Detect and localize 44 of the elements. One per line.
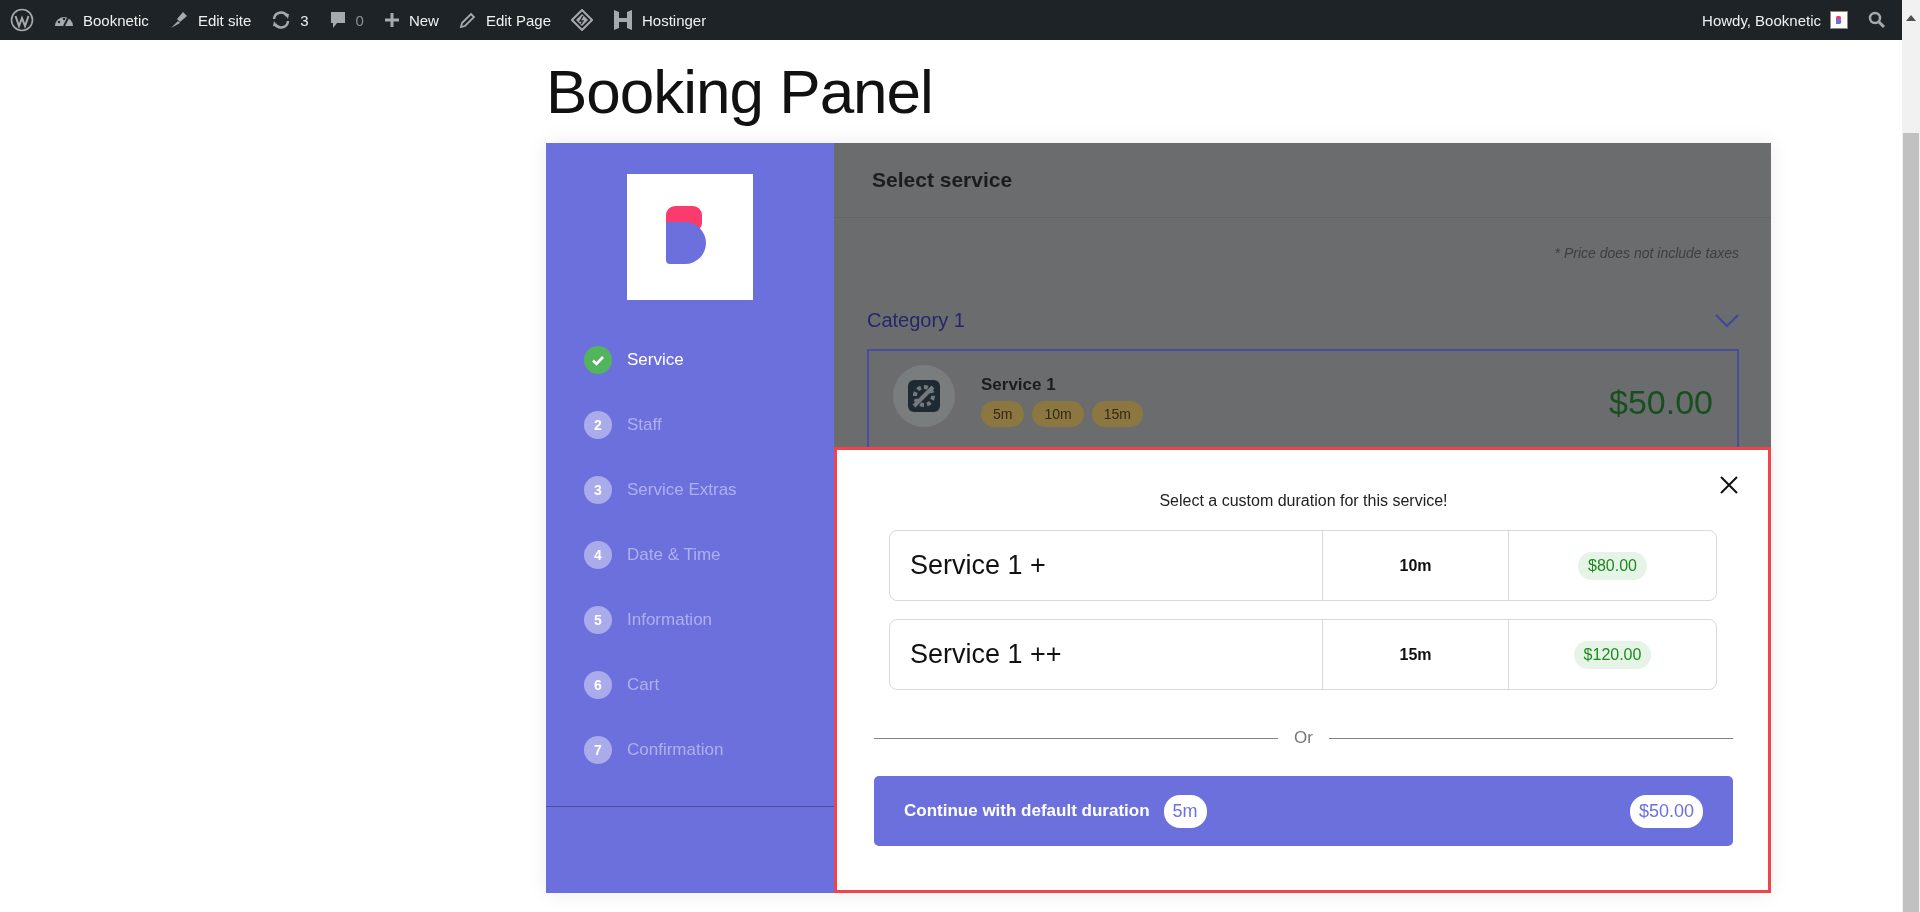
close-icon[interactable] — [1720, 476, 1738, 494]
refresh-icon — [271, 10, 292, 30]
wrench-gear-icon — [893, 365, 955, 427]
account-menu[interactable]: Howdy, Booknetic — [1702, 11, 1848, 29]
step-number: 6 — [584, 671, 612, 699]
wordpress-logo-icon[interactable] — [10, 8, 34, 32]
avatar-icon — [1830, 11, 1848, 29]
speech-bubble-icon — [328, 10, 347, 30]
h-logo-icon — [613, 9, 633, 31]
step-number: 3 — [584, 476, 612, 504]
duration-tag: 5m — [981, 401, 1025, 427]
scroll-thumb[interactable] — [1903, 133, 1919, 912]
step-number: 7 — [584, 736, 612, 764]
duration-option[interactable]: Service 1 + 10m $80.00 — [889, 530, 1717, 601]
toolbar-link[interactable]: Edit site — [168, 10, 252, 30]
step-item[interactable]: Service — [584, 346, 834, 374]
scrollbar[interactable] — [1902, 0, 1920, 912]
dialog-prompt: Select a custom duration for this service! — [1158, 492, 1449, 510]
page-title: Booking Panel — [546, 56, 934, 128]
service-name: Service 1 — [981, 375, 1057, 395]
diamond-icon[interactable] — [571, 9, 593, 31]
toolbar-link[interactable]: New — [383, 11, 439, 29]
toolbar-link[interactable]: Booknetic — [54, 11, 149, 29]
toolbar-link[interactable]: Hostinger — [613, 9, 707, 31]
duration-option[interactable]: Service 1 ++ 15m $120.00 — [889, 619, 1717, 690]
service-price: $50.00 — [1609, 382, 1713, 422]
toolbar-link[interactable]: 3 — [271, 10, 309, 30]
duration-tag: 15m — [1091, 401, 1143, 427]
continue-button[interactable]: Continue with default duration 5m $50.00 — [874, 776, 1733, 846]
step-number: 5 — [584, 606, 612, 634]
divider-label: Or — [1294, 728, 1313, 748]
scroll-up-icon[interactable] — [1906, 15, 1916, 21]
toolbar-link[interactable]: 0 — [328, 10, 364, 30]
pencil-icon — [458, 11, 477, 29]
search-icon[interactable] — [1868, 11, 1886, 29]
step-number: 2 — [584, 411, 612, 439]
category-title: Category 1 — [867, 309, 965, 332]
step-number: 4 — [584, 541, 612, 569]
plus-icon — [383, 12, 400, 28]
b-logo-icon — [627, 174, 753, 300]
check-icon — [584, 346, 612, 374]
toolbar-link[interactable]: Edit Page — [458, 11, 551, 29]
section-title: Select service — [872, 168, 1013, 192]
duration-tag: 10m — [1032, 401, 1084, 427]
